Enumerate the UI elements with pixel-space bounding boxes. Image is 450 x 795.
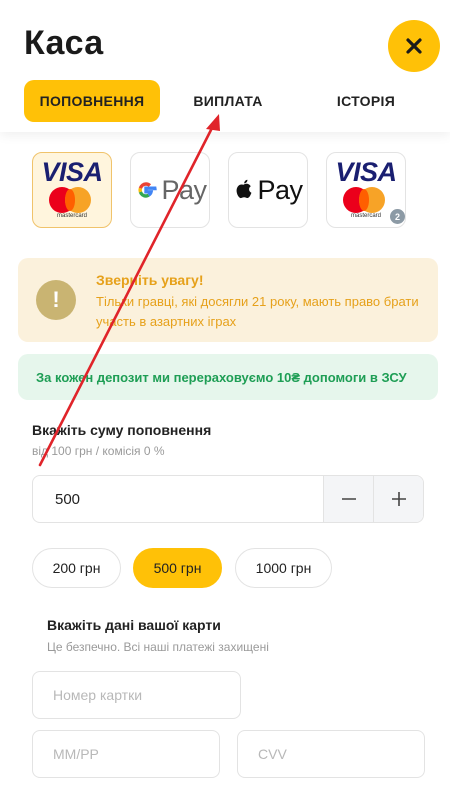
card-details-hint: Це безпечно. Всі наші платежі захищені [47, 640, 269, 654]
method-visa-mastercard[interactable]: VISA mastercard [32, 152, 112, 228]
plus-icon [392, 492, 406, 506]
google-pay-label: Pay [161, 174, 207, 205]
apple-pay-label: Pay [257, 174, 303, 205]
tab-deposit[interactable]: ПОПОВНЕННЯ [24, 80, 160, 122]
cashier-header: Каса ПОПОВНЕННЯ ВИПЛАТА ІСТОРІЯ [0, 0, 450, 132]
cashier-tabs: ПОПОВНЕННЯ ВИПЛАТА ІСТОРІЯ [0, 80, 450, 122]
mastercard-logo-icon [343, 187, 389, 213]
mastercard-logo-icon [49, 187, 95, 213]
page-title: Каса [24, 24, 104, 62]
preset-amount-1000[interactable]: 1000 грн [235, 548, 332, 588]
visa-logo: VISA [335, 157, 397, 187]
google-g-icon [138, 182, 158, 198]
amount-input[interactable] [33, 476, 323, 522]
visa-logo: VISA [41, 157, 103, 187]
amount-label: Вкажіть суму поповнення [32, 422, 212, 438]
apple-pay-logo: Pay [229, 153, 307, 227]
payment-methods: VISA mastercard Pay Pay VISA mastercard [0, 152, 450, 228]
method-google-pay[interactable]: Pay [130, 152, 210, 228]
exclamation-icon: ! [36, 280, 76, 320]
card-number-input[interactable] [32, 671, 241, 719]
preset-amount-500[interactable]: 500 грн [133, 548, 222, 588]
amount-stepper [32, 475, 424, 523]
apple-icon [237, 179, 252, 199]
decrease-amount-button[interactable] [323, 476, 374, 522]
method-apple-pay[interactable]: Pay [228, 152, 308, 228]
minus-icon [342, 498, 356, 500]
saved-cards-count-badge: 2 [390, 209, 405, 224]
preset-amount-200[interactable]: 200 грн [32, 548, 121, 588]
warning-title: Зверніть увагу! [96, 272, 204, 288]
card-expiry-input[interactable] [32, 730, 220, 778]
warning-text: Тільки гравці, які досягли 21 року, мают… [96, 294, 419, 329]
increase-amount-button[interactable] [373, 476, 423, 522]
tab-withdrawal[interactable]: ВИПЛАТА [170, 80, 286, 122]
card-details-label: Вкажіть дані вашої карти [47, 617, 221, 633]
close-icon [406, 38, 422, 54]
close-button[interactable] [388, 20, 440, 72]
card-cvv-input[interactable] [237, 730, 425, 778]
donation-info-banner: За кожен депозит ми перераховуємо 10₴ до… [18, 354, 438, 400]
mastercard-label: mastercard [56, 213, 87, 219]
age-warning-banner: ! Зверніть увагу! Тільки гравці, які дос… [18, 258, 438, 342]
tab-history[interactable]: ІСТОРІЯ [306, 80, 426, 122]
google-pay-logo: Pay [131, 153, 209, 227]
amount-hint: від 100 грн / комісія 0 % [32, 444, 165, 458]
